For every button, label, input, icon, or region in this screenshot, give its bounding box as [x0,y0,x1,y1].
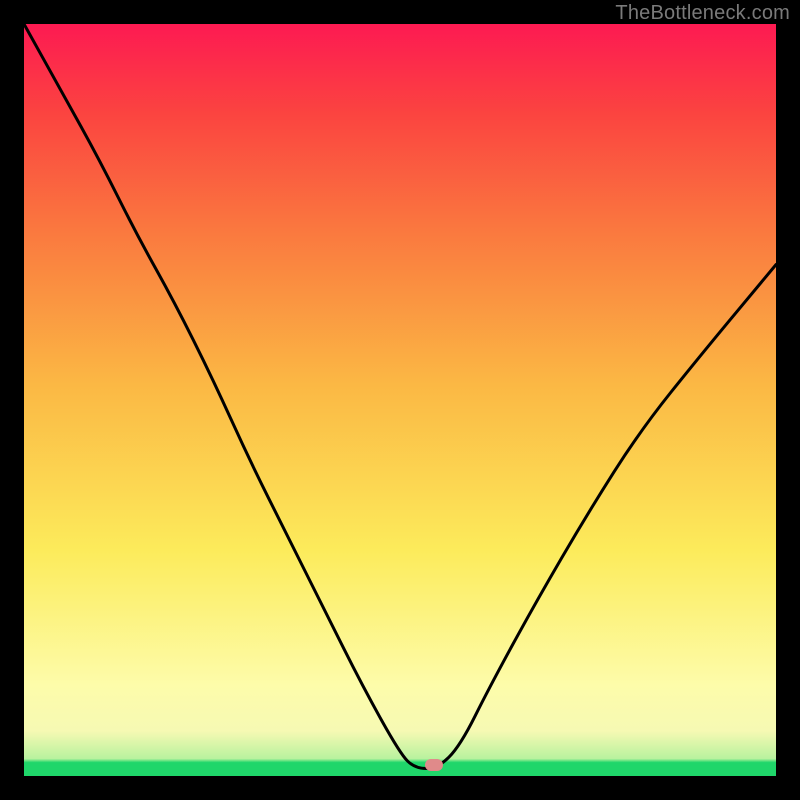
watermark-text: TheBottleneck.com [615,2,790,25]
plot-area [24,24,776,776]
bottleneck-curve [24,24,776,769]
chart-frame: TheBottleneck.com [0,0,800,800]
bottleneck-curve-svg [24,24,776,776]
optimal-marker [425,759,443,771]
